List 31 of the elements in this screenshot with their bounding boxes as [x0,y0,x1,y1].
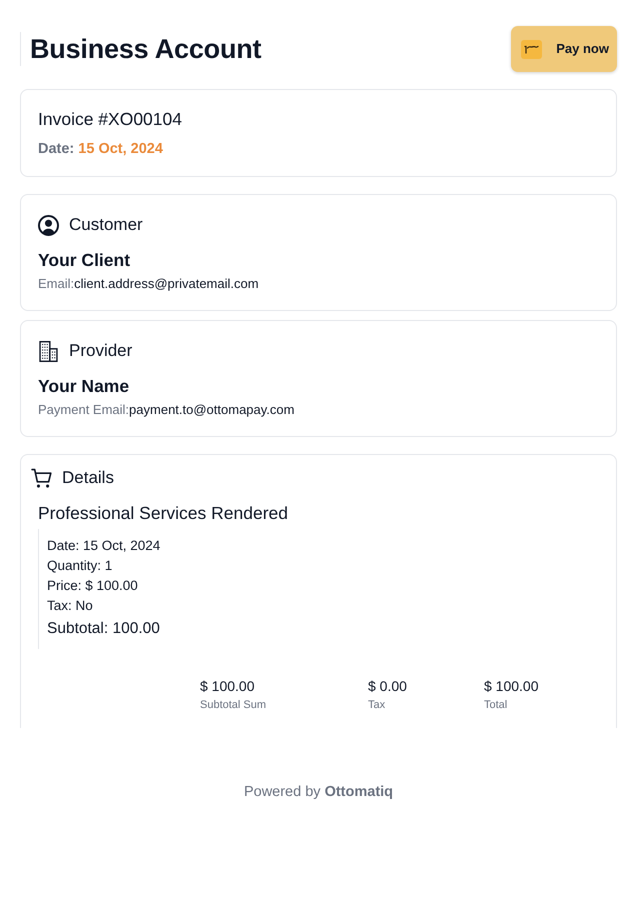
section-heading: Provider [69,340,132,362]
total-value: $ 0.00 [368,677,408,696]
party-name: Your Client [38,249,132,272]
building-icon [38,340,59,362]
invoice-date: 15 Oct, 2024 [78,141,163,157]
section-heading: Customer [69,214,143,236]
email-address: payment.to@ottomapay.com [129,402,294,417]
date-label: Date: [38,141,74,157]
item-detail: Quantity: 1 [47,557,114,575]
total-label: Total [484,698,508,713]
item-title: Professional Services Rendered [38,502,289,525]
email-label: Payment Email: [38,402,130,417]
payment-logo-icon [521,40,542,58]
item-detail: Date: 15 Oct, 2024 [47,537,162,555]
powered-by-text: Powered by Ottomatiq [242,783,394,802]
user-circle-icon [38,214,59,236]
email-label: Email: [38,276,74,291]
total-value: $ 100.00 [484,677,540,696]
pay-now-button[interactable]: Pay now [511,26,617,72]
cart-icon [31,468,52,488]
item-detail: Tax: No [47,597,94,615]
total-value: $ 100.00 [200,677,256,696]
page-title: Business Account [30,32,262,66]
total-label: Subtotal Sum [200,698,268,713]
invoice-number: Invoice #XO00104 [38,108,183,131]
total-label: Tax [368,698,386,713]
item-subtotal: Subtotal: 100.00 [47,619,161,639]
item-detail: Price: $ 100.00 [47,577,139,595]
email-address: client.address@privatemail.com [74,276,259,291]
party-name: Your Name [38,375,130,398]
section-heading: Details [62,467,114,490]
